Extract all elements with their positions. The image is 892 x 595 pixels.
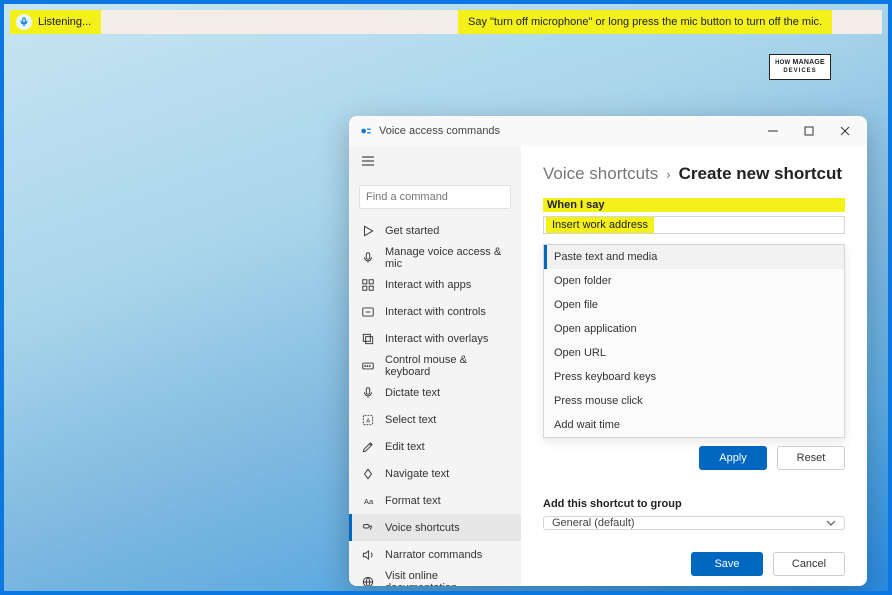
mic-status-chip[interactable]: Listening... xyxy=(10,10,101,34)
chevron-down-icon xyxy=(826,518,836,528)
sidebar-item-dictate[interactable]: Dictate text xyxy=(349,379,521,406)
apply-button[interactable]: Apply xyxy=(699,446,767,470)
sidebar-item-label: Interact with controls xyxy=(385,306,486,318)
sidebar-item-label: Get started xyxy=(385,225,439,237)
sidebar-item-label: Interact with overlays xyxy=(385,333,488,345)
sidebar-item-format-text[interactable]: Aa Format text xyxy=(349,487,521,514)
sidebar-item-select-text[interactable]: A Select text xyxy=(349,406,521,433)
svg-text:Aa: Aa xyxy=(364,496,374,505)
minimize-button[interactable] xyxy=(757,119,789,143)
phrase-label: When I say xyxy=(543,198,845,212)
phrase-input[interactable]: Insert work address xyxy=(543,216,845,234)
search-input[interactable] xyxy=(366,191,508,203)
breadcrumb-separator: › xyxy=(666,167,670,182)
search-field[interactable] xyxy=(359,185,511,209)
action-opt-open-file[interactable]: Open file xyxy=(544,293,844,317)
sidebar-item-label: Voice shortcuts xyxy=(385,522,460,534)
sidebar-item-label: Select text xyxy=(385,414,436,426)
window-titlebar[interactable]: Voice access commands xyxy=(349,116,867,146)
sidebar-item-voice-shortcuts[interactable]: Voice shortcuts xyxy=(349,514,521,541)
voice-app-icon xyxy=(359,124,373,138)
sidebar-item-edit-text[interactable]: Edit text xyxy=(349,433,521,460)
sidebar-item-label: Format text xyxy=(385,495,441,507)
sidebar-item-narrator[interactable]: Narrator commands xyxy=(349,541,521,568)
sidebar-item-navigate-text[interactable]: Navigate text xyxy=(349,460,521,487)
sidebar: Get started Manage voice access & mic In… xyxy=(349,146,521,586)
group-select-value: General (default) xyxy=(552,517,635,529)
sidebar-item-manage-voice[interactable]: Manage voice access & mic xyxy=(349,244,521,271)
save-button[interactable]: Save xyxy=(691,552,763,576)
sidebar-item-online-docs[interactable]: Visit online documentation xyxy=(349,568,521,586)
sidebar-item-label: Dictate text xyxy=(385,387,440,399)
close-button[interactable] xyxy=(829,119,861,143)
sidebar-item-interact-apps[interactable]: Interact with apps xyxy=(349,271,521,298)
action-opt-open-folder[interactable]: Open folder xyxy=(544,269,844,293)
voice-hint-text: Say "turn off microphone" or long press … xyxy=(458,10,832,34)
svg-text:A: A xyxy=(366,418,370,424)
sidebar-item-get-started[interactable]: Get started xyxy=(349,217,521,244)
breadcrumb-leaf: Create new shortcut xyxy=(679,164,842,184)
action-opt-open-app[interactable]: Open application xyxy=(544,317,844,341)
main-pane: Voice shortcuts › Create new shortcut Wh… xyxy=(521,146,867,586)
breadcrumb-root[interactable]: Voice shortcuts xyxy=(543,164,658,184)
action-opt-press-keys[interactable]: Press keyboard keys xyxy=(544,365,844,389)
voice-access-bar: Listening... Say "turn off microphone" o… xyxy=(10,10,882,34)
sidebar-item-interact-controls[interactable]: Interact with controls xyxy=(349,298,521,325)
window-content: Get started Manage voice access & mic In… xyxy=(349,146,867,586)
maximize-button[interactable] xyxy=(793,119,825,143)
desktop-screen: Listening... Say "turn off microphone" o… xyxy=(0,0,892,595)
action-opt-open-url[interactable]: Open URL xyxy=(544,341,844,365)
action-opt-wait[interactable]: Add wait time xyxy=(544,413,844,437)
action-opt-press-mouse[interactable]: Press mouse click xyxy=(544,389,844,413)
sidebar-item-control-mouse-kb[interactable]: Control mouse & keyboard xyxy=(349,352,521,379)
cancel-button[interactable]: Cancel xyxy=(773,552,845,576)
phrase-value: Insert work address xyxy=(546,217,654,233)
mic-status-text: Listening... xyxy=(38,16,91,28)
sidebar-item-label: Visit online documentation xyxy=(385,570,509,587)
sidebar-item-label: Narrator commands xyxy=(385,549,482,561)
sidebar-nav: Get started Manage voice access & mic In… xyxy=(349,217,521,586)
group-label: Add this shortcut to group xyxy=(543,498,845,510)
sidebar-item-label: Control mouse & keyboard xyxy=(385,354,509,378)
window-title: Voice access commands xyxy=(379,125,500,137)
reset-button[interactable]: Reset xyxy=(777,446,845,470)
hamburger-button[interactable] xyxy=(349,146,521,181)
sidebar-item-label: Navigate text xyxy=(385,468,449,480)
site-logo: HOW MANAGE DEVICES xyxy=(769,54,831,80)
action-opt-paste[interactable]: Paste text and media xyxy=(544,245,844,269)
breadcrumb: Voice shortcuts › Create new shortcut xyxy=(543,164,845,184)
action-type-dropdown[interactable]: Paste text and media Open folder Open fi… xyxy=(543,244,845,438)
sidebar-item-label: Interact with apps xyxy=(385,279,471,291)
mic-icon xyxy=(16,14,32,30)
voice-access-commands-window: Voice access commands Get started xyxy=(349,116,867,586)
sidebar-item-interact-overlays[interactable]: Interact with overlays xyxy=(349,325,521,352)
sidebar-item-label: Edit text xyxy=(385,441,425,453)
group-select[interactable]: General (default) xyxy=(543,516,845,530)
sidebar-item-label: Manage voice access & mic xyxy=(385,246,509,270)
